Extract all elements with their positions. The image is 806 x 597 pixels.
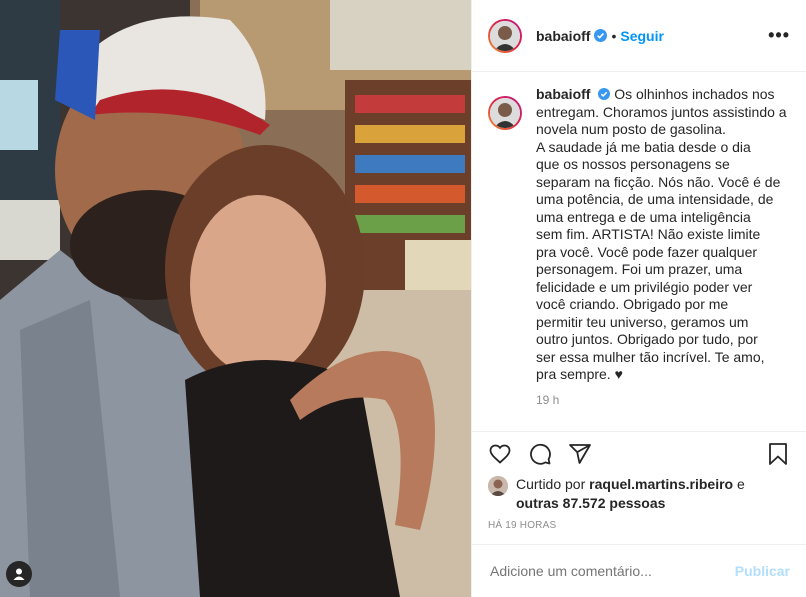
caption-text: babaioff Os olhinhos inchados nos entreg… (536, 86, 790, 409)
publish-button[interactable]: Publicar (735, 563, 790, 579)
follow-button[interactable]: Seguir (620, 28, 664, 44)
comment-input[interactable] (488, 562, 735, 580)
caption-avatar[interactable] (488, 96, 522, 130)
photo-image (0, 0, 471, 597)
post-header: babaioff • Seguir ••• (472, 0, 806, 72)
likes-and: e (736, 476, 745, 492)
caption-line: pra sempre. ♥ (536, 366, 623, 382)
avatar[interactable] (488, 18, 522, 53)
comment-icon[interactable] (528, 442, 552, 466)
header-username[interactable]: babaioff (536, 28, 590, 44)
caption-line: felicidade e um privilégio poder ver (536, 278, 753, 295)
post-photo[interactable] (0, 0, 471, 597)
caption-line: separam na ficção. Nós não. Você é de (536, 173, 781, 190)
likes-prefix: Curtido por (516, 476, 586, 492)
more-options-icon[interactable]: ••• (768, 25, 790, 46)
caption-line: uma potência, de uma intensidade, de (536, 191, 774, 207)
comment-box: Publicar (472, 544, 806, 597)
tagged-user-icon[interactable] (6, 561, 32, 587)
post-side-panel: babaioff • Seguir ••• babaioff Os olhinh… (471, 0, 806, 597)
bookmark-icon[interactable] (766, 442, 790, 466)
likes-count[interactable]: outras 87.572 pessoas (516, 495, 665, 511)
caption-username[interactable]: babaioff (536, 86, 590, 102)
share-icon[interactable] (568, 442, 592, 466)
verified-badge-icon (594, 29, 608, 42)
caption-line: você criando. Obrigado por me (536, 296, 729, 312)
verified-badge-icon (598, 88, 611, 100)
caption-line: pra você. Você pode fazer qualquer (536, 243, 758, 260)
action-bar (472, 431, 806, 475)
caption-line: personagem. Foi um prazer, uma (536, 261, 743, 277)
caption-line: A saudade já me batia desde o dia (536, 138, 751, 155)
caption-time[interactable]: 19 h (536, 392, 790, 410)
liker-avatar[interactable] (488, 476, 508, 496)
likes-text: Curtido por raquel.martins.ribeiro e out… (516, 475, 745, 513)
likes-summary: Curtido por raquel.martins.ribeiro e out… (488, 475, 790, 513)
comments-area: babaioff Os olhinhos inchados nos entreg… (472, 72, 806, 430)
caption-line: que os nossos personagens se (536, 156, 730, 172)
separator-dot: • (611, 27, 617, 44)
liker-username[interactable]: raquel.martins.ribeiro (589, 476, 733, 492)
caption-line: outro juntos. Obrigado por tudo, por (536, 331, 758, 347)
caption-line: uma entrega e de uma inteligência (536, 208, 751, 225)
caption: babaioff Os olhinhos inchados nos entreg… (488, 86, 790, 409)
caption-line: ser essa mulher tão incrível. Te amo, (536, 348, 765, 365)
caption-line: sem fim. ARTISTA! Não existe limite (536, 226, 761, 242)
post-timestamp[interactable]: HÁ 19 HORAS (488, 520, 556, 531)
heart-icon[interactable] (488, 442, 512, 466)
caption-line: permitir teu universo, geramos um (536, 313, 749, 330)
